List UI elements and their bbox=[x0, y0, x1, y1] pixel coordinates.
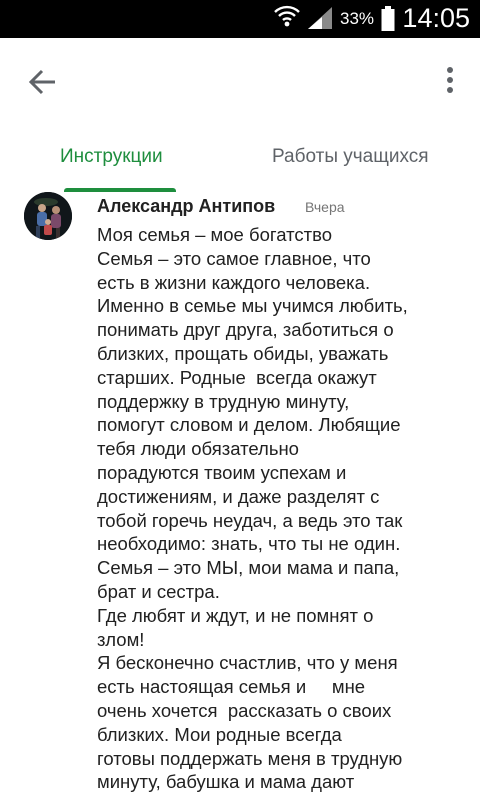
arrow-left-icon bbox=[22, 69, 62, 106]
more-vert-icon bbox=[438, 67, 462, 106]
wifi-icon bbox=[274, 4, 300, 33]
app-bar bbox=[0, 38, 480, 130]
post-line: брат и сестра. bbox=[97, 580, 220, 602]
battery-percent: 33% bbox=[340, 9, 375, 28]
post-line: Семья – это МЫ, мои мама и папа, bbox=[97, 557, 400, 579]
post-line: злом! bbox=[97, 628, 145, 650]
post-line: готовы поддержать меня в трудную bbox=[97, 747, 403, 769]
post-line: необходимо: знать, что ты не один. bbox=[97, 533, 401, 555]
post-line: тобой горечь неудач, а ведь это так bbox=[97, 509, 403, 531]
status-bar: 33% 14:05 bbox=[0, 0, 480, 38]
post-line: старших. Родные всегда окажут bbox=[97, 366, 377, 388]
post-body: Моя семья – мое богатство Семья – это сам… bbox=[97, 223, 473, 794]
post-line: порадуются твоим успехам и bbox=[97, 461, 347, 483]
post-line: понимать друг друга, заботиться о bbox=[97, 319, 394, 341]
battery-icon bbox=[381, 6, 395, 37]
post-line: Где любят и ждут, и не помнят о bbox=[97, 604, 374, 626]
post-line: Семья – это самое главное, что bbox=[97, 247, 371, 269]
post-time: Вчера bbox=[305, 199, 345, 215]
signal-icon bbox=[306, 6, 334, 35]
post-line: есть в жизни каждого человека. bbox=[97, 271, 371, 293]
post-line: Моя семья – мое богатство bbox=[97, 224, 332, 245]
clock: 14:05 bbox=[402, 3, 470, 33]
post-line: очень хочется рассказать о своих bbox=[97, 699, 392, 721]
tab-student-work[interactable]: Работы учащихся bbox=[272, 146, 429, 168]
post-line: Я бесконечно счастлив, что у меня bbox=[97, 652, 398, 674]
post-line: есть настоящая семья и мне bbox=[97, 676, 366, 698]
post-line: помогут словом и делом. Любящие bbox=[97, 414, 401, 436]
post-line: близких. Мои родные всегда bbox=[97, 723, 342, 745]
tab-instructions[interactable]: Инструкции bbox=[60, 146, 163, 168]
author-name: Александр Антипов bbox=[97, 196, 276, 216]
active-tab-indicator bbox=[64, 188, 176, 192]
post-line: Именно в семье мы учимся любить, bbox=[97, 295, 408, 317]
post-line: близких, прощать обиды, уважать bbox=[97, 342, 389, 364]
post-line: достижениям, и даже разделят с bbox=[97, 485, 380, 507]
post-line: поддержку в трудную минуту, bbox=[97, 390, 350, 412]
avatar[interactable] bbox=[24, 192, 72, 240]
back-button[interactable] bbox=[22, 62, 62, 102]
post-line: тебя люди обязательно bbox=[97, 438, 299, 460]
tab-bar: Инструкции Работы учащихся bbox=[0, 130, 480, 194]
more-options-button[interactable] bbox=[438, 62, 462, 102]
post-line: минуту, бабушка и мама дают bbox=[97, 771, 355, 793]
